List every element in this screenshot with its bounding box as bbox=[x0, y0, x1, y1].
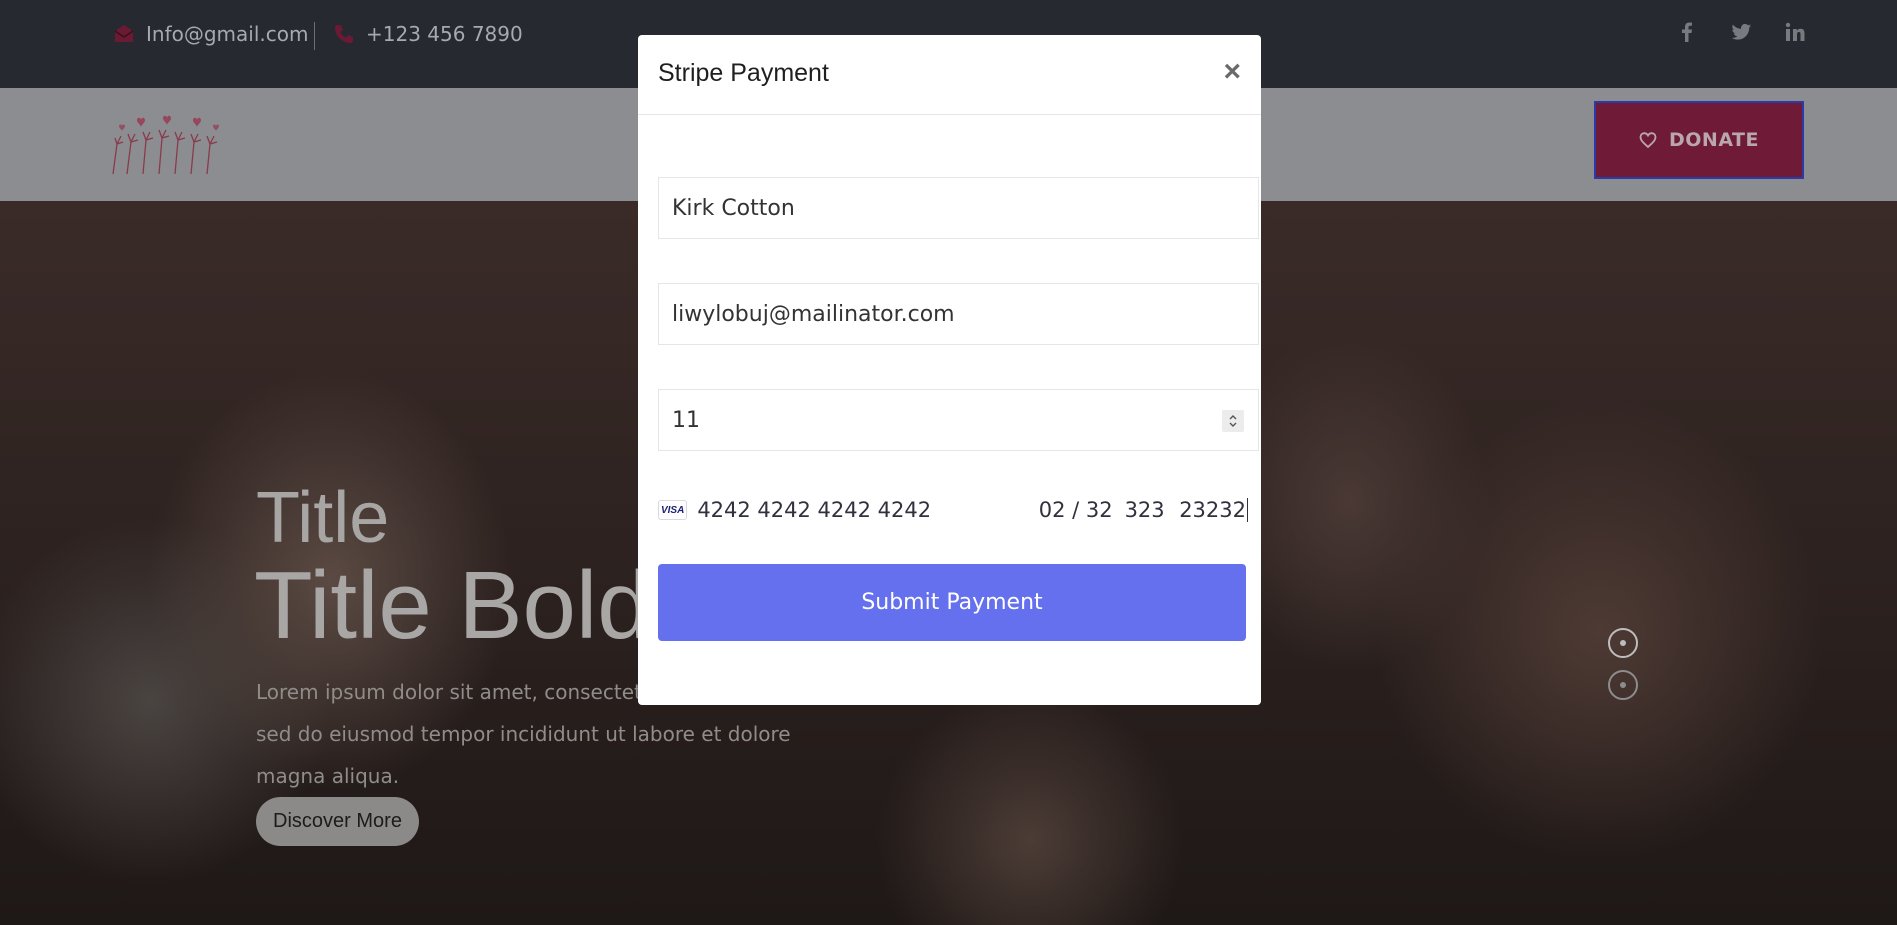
visa-icon: VISA bbox=[658, 500, 688, 520]
amount-stepper[interactable] bbox=[1222, 410, 1244, 432]
card-element[interactable]: VISA 4242 4242 4242 4242 02 / 32 323 232… bbox=[658, 490, 1248, 530]
email-field[interactable]: liwylobuj@mailinator.com bbox=[658, 283, 1259, 345]
amount-value: 11 bbox=[672, 407, 700, 433]
card-zip-input[interactable]: 23232 bbox=[1179, 498, 1248, 522]
name-field[interactable]: Kirk Cotton bbox=[658, 177, 1259, 239]
modal-title: Stripe Payment bbox=[658, 59, 829, 87]
amount-field[interactable]: 11 bbox=[658, 389, 1259, 451]
submit-payment-button[interactable]: Submit Payment bbox=[658, 564, 1246, 641]
stepper-arrows-icon bbox=[1229, 415, 1237, 427]
card-cvc-input[interactable]: 323 bbox=[1125, 498, 1180, 522]
card-expiry-input[interactable]: 02 / 32 bbox=[1039, 498, 1125, 522]
stripe-payment-modal: Stripe Payment × Kirk Cotton liwylobuj@m… bbox=[638, 35, 1261, 705]
modal-header: Stripe Payment × bbox=[638, 35, 1261, 115]
card-number-input[interactable]: 4242 4242 4242 4242 bbox=[697, 498, 1038, 522]
modal-overlay: Stripe Payment × Kirk Cotton liwylobuj@m… bbox=[0, 0, 1897, 925]
close-icon[interactable]: × bbox=[1223, 57, 1241, 87]
